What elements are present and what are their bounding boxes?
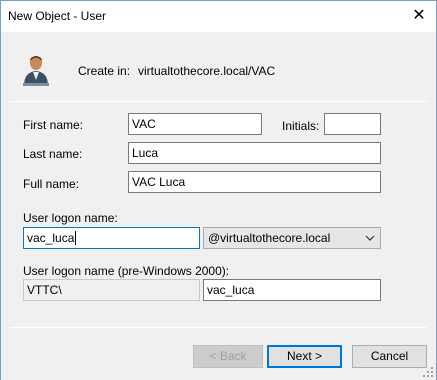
title-bar[interactable]: New Object - User ✕ (1, 1, 436, 32)
resize-grip-icon[interactable] (422, 366, 434, 378)
text-caret (75, 231, 77, 245)
next-button[interactable]: Next > (267, 345, 342, 368)
user-icon (23, 56, 49, 86)
create-in-label: Create in: (78, 64, 131, 78)
logon-name-label: User logon name: (23, 211, 118, 225)
create-in-value: virtualtothecore.local/VAC (138, 64, 276, 78)
chevron-down-icon (365, 235, 375, 241)
initials-field[interactable] (324, 113, 381, 135)
full-name-field[interactable]: VAC Luca (128, 171, 381, 193)
first-name-field[interactable]: VAC (128, 113, 262, 135)
last-name-label: Last name: (23, 147, 83, 161)
window-title: New Object - User (8, 9, 107, 23)
back-button[interactable]: < Back (193, 345, 263, 368)
pre2000-name-field[interactable]: vac_luca (203, 279, 381, 301)
pre2000-label: User logon name (pre-Windows 2000): (23, 264, 230, 278)
cancel-button[interactable]: Cancel (352, 345, 427, 368)
domain-suffix-select[interactable]: @virtualtothecore.local (203, 227, 381, 249)
pre2000-domain-field: VTTC\ (23, 279, 200, 301)
header-separator (10, 101, 427, 102)
new-object-user-dialog: New Object - User ✕ Create in: virtualto… (0, 0, 437, 380)
initials-label: Initials: (282, 119, 320, 133)
close-icon[interactable]: ✕ (410, 7, 428, 25)
logon-name-value: vac_luca (27, 231, 75, 245)
first-name-label: First name: (23, 118, 84, 132)
dialog-body: Create in: virtualtothecore.local/VAC Fi… (1, 32, 436, 380)
logon-name-field[interactable]: vac_luca (23, 227, 200, 249)
last-name-field[interactable]: Luca (128, 142, 381, 164)
domain-suffix-value: @virtualtothecore.local (208, 231, 331, 245)
full-name-label: Full name: (23, 177, 80, 191)
footer-separator (10, 327, 427, 328)
